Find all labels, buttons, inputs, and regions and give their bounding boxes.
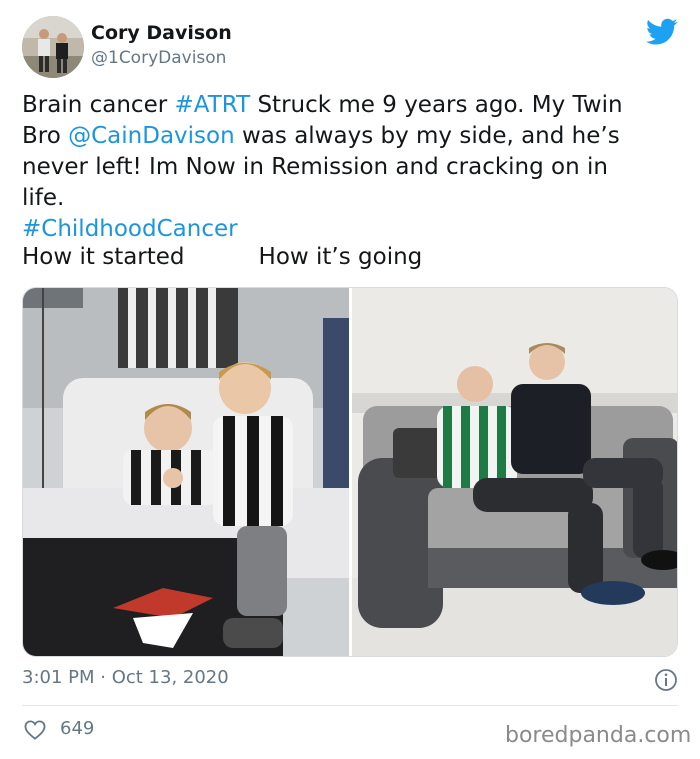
- tweet-text: Brain cancer #ATRT Struck me 9 years ago…: [22, 90, 672, 245]
- avatar[interactable]: [22, 16, 84, 78]
- divider: [22, 705, 678, 706]
- like-count[interactable]: 649: [60, 718, 94, 739]
- info-icon[interactable]: [654, 668, 678, 692]
- caption-how-it-started: How it started: [22, 244, 185, 270]
- twitter-bird-icon[interactable]: [646, 18, 678, 46]
- tweet-text-segment: was always by my side, and he’s: [234, 123, 620, 149]
- caption-row: How it started How it’s going: [22, 242, 422, 273]
- tweet-text-segment: Bro: [22, 123, 69, 149]
- hospital-bed-photo[interactable]: [23, 288, 349, 657]
- tweet-text-segment: Brain cancer: [22, 92, 175, 118]
- mention-cain-davison-link[interactable]: @CainDavison: [68, 123, 235, 149]
- tweet-timestamp[interactable]: 3:01 PM · Oct 13, 2020: [22, 667, 229, 688]
- tweet-line-4: life.: [22, 185, 65, 211]
- author-name[interactable]: Cory Davison: [91, 22, 232, 44]
- avatar-image: [22, 16, 84, 78]
- hashtag-atrt-link[interactable]: #ATRT: [175, 92, 251, 118]
- tweet-media[interactable]: [22, 287, 678, 657]
- tweet-line-2: Bro @CainDavison was always by my side, …: [22, 121, 672, 152]
- hashtag-childhood-cancer-link[interactable]: #ChildhoodCancer: [22, 216, 238, 242]
- media-photos: [23, 288, 678, 657]
- heart-icon[interactable]: [24, 720, 46, 740]
- author-handle[interactable]: @1CoryDavison: [91, 48, 226, 68]
- caption-how-its-going: How it’s going: [258, 244, 423, 270]
- sofa-photo[interactable]: [352, 288, 678, 657]
- tweet-text-segment: Struck me 9 years ago. My Twin: [250, 92, 623, 118]
- tweet-line-3: never left! Im Now in Remission and crac…: [22, 154, 608, 180]
- watermark: boredpanda.com: [505, 723, 692, 748]
- tweet-line-1: Brain cancer #ATRT Struck me 9 years ago…: [22, 90, 672, 121]
